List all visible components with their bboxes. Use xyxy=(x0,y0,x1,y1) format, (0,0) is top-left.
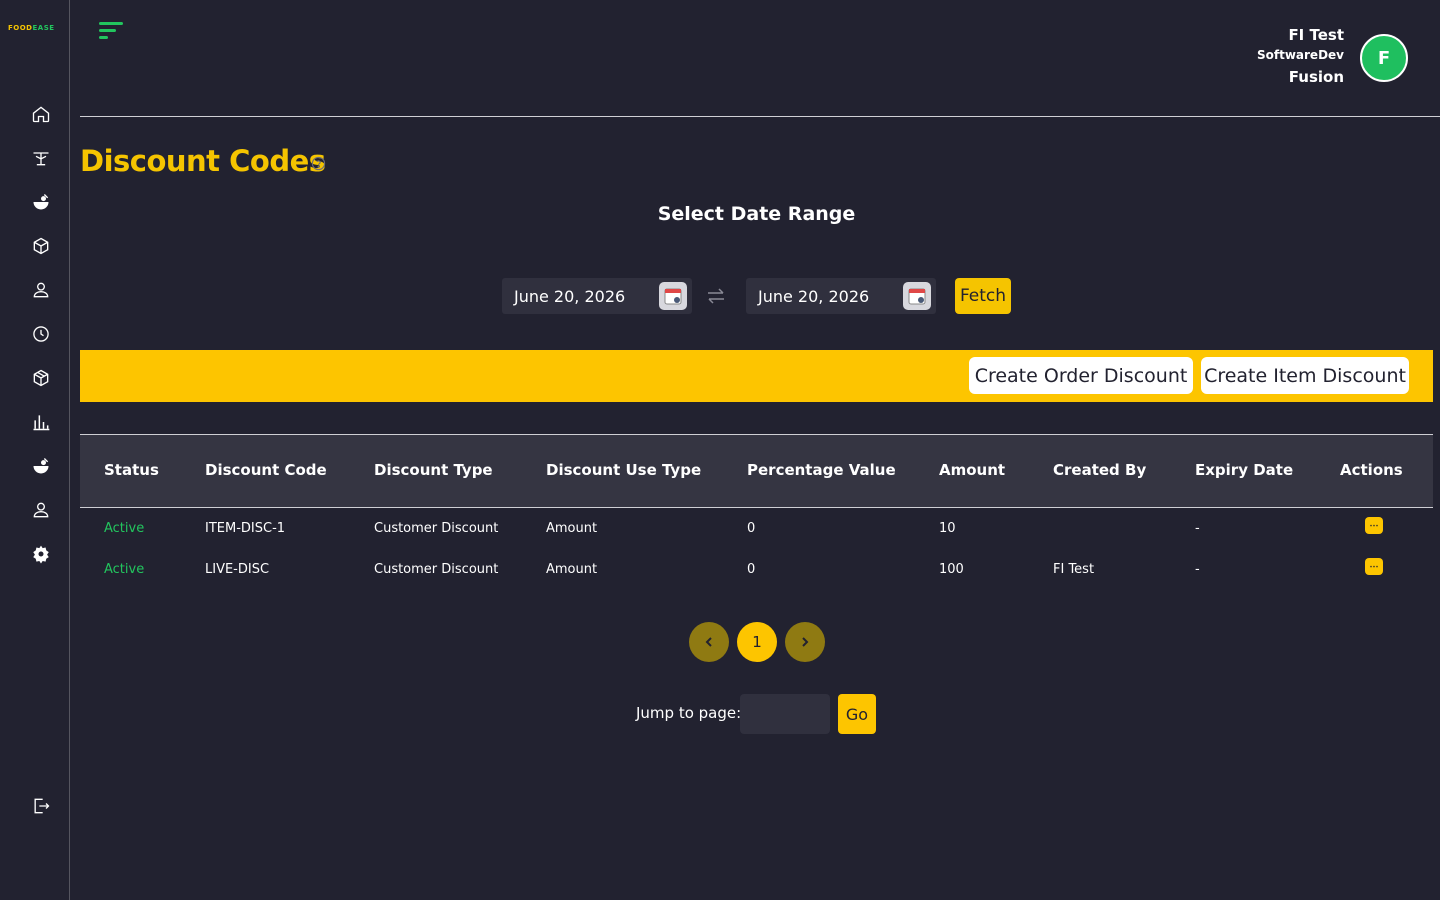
sidebar-item-menu[interactable] xyxy=(30,455,52,477)
status-badge: Active xyxy=(104,562,145,577)
food-bowl-icon xyxy=(33,458,49,474)
discount-table: Status Discount Code Discount Type Disco… xyxy=(80,434,1433,590)
menu-icon xyxy=(99,22,123,39)
user-role: SoftwareDev xyxy=(1256,48,1344,62)
clock-icon xyxy=(33,326,49,342)
previous-page-button[interactable] xyxy=(689,622,729,662)
sidebar-item-inventory[interactable] xyxy=(30,235,52,257)
cell-percentage: 0 xyxy=(747,562,756,577)
help-icon[interactable] xyxy=(311,156,326,171)
jump-to-page-label: Jump to page: xyxy=(636,704,742,722)
cell-type: Customer Discount xyxy=(374,562,499,577)
go-button[interactable]: Go xyxy=(838,694,876,734)
column-header-code[interactable]: Discount Code xyxy=(205,461,327,479)
user-org: Fusion xyxy=(1288,68,1344,86)
column-header-type[interactable]: Discount Type xyxy=(374,461,493,479)
logout-button[interactable] xyxy=(30,795,52,817)
table-header: Status Discount Code Discount Type Disco… xyxy=(80,434,1433,508)
jump-to-page-input[interactable] xyxy=(740,694,830,734)
cell-code: LIVE-DISC xyxy=(205,562,270,577)
logo-text-ease: EASE xyxy=(32,24,55,32)
chevron-left-icon xyxy=(705,637,712,647)
swap-arrows-icon xyxy=(705,286,727,306)
user-name: FI Test xyxy=(1288,26,1344,44)
cell-expiry: - xyxy=(1195,521,1200,536)
table-row: Active LIVE-DISC Customer Discount Amoun… xyxy=(80,549,1433,590)
cell-created-by: FI Test xyxy=(1053,562,1095,577)
sidebar-item-reports[interactable] xyxy=(30,411,52,433)
column-header-created-by[interactable]: Created By xyxy=(1053,461,1146,479)
column-header-expiry[interactable]: Expiry Date xyxy=(1195,461,1293,479)
chevron-right-icon xyxy=(802,637,809,647)
logo-text-food: FOOD xyxy=(8,24,33,32)
sidebar-item-history[interactable] xyxy=(30,323,52,345)
logout-icon xyxy=(34,798,50,814)
action-bar: Create Order Discount Create Item Discou… xyxy=(80,350,1433,402)
end-date-input[interactable]: June 20, 2026 xyxy=(746,278,936,314)
fetch-button[interactable]: Fetch xyxy=(955,278,1011,314)
header-divider xyxy=(80,116,1440,117)
page-title: Discount Codes xyxy=(80,144,326,178)
cell-use-type: Amount xyxy=(546,562,598,577)
settings-gear-icon xyxy=(33,545,49,564)
sidebar-item-users[interactable] xyxy=(30,279,52,301)
column-header-actions: Actions xyxy=(1340,461,1403,479)
start-date-value: June 20, 2026 xyxy=(514,286,626,306)
create-item-discount-button[interactable]: Create Item Discount xyxy=(1201,357,1409,394)
sidebar-item-home[interactable] xyxy=(30,103,52,125)
cell-percentage: 0 xyxy=(747,521,756,536)
table-row: Active ITEM-DISC-1 Customer Discount Amo… xyxy=(80,508,1433,549)
status-badge: Active xyxy=(104,521,145,536)
row-actions-more-button[interactable]: ⋯ xyxy=(1365,517,1383,534)
start-date-input[interactable]: June 20, 2026 xyxy=(502,278,692,314)
page-number-button[interactable]: 1 xyxy=(737,622,777,662)
menu-toggle-button[interactable] xyxy=(99,20,125,42)
calendar-icon[interactable] xyxy=(659,282,687,310)
sidebar: FOODEASE xyxy=(0,0,70,900)
cell-amount: 10 xyxy=(939,521,956,536)
cell-amount: 100 xyxy=(939,562,964,577)
date-range-title: Select Date Range xyxy=(657,203,856,225)
sidebar-item-packages[interactable] xyxy=(30,367,52,389)
user-icon xyxy=(33,282,49,298)
row-actions-more-button[interactable]: ⋯ xyxy=(1365,558,1383,575)
dining-table-icon xyxy=(33,152,49,166)
cell-type: Customer Discount xyxy=(374,521,499,536)
next-page-button[interactable] xyxy=(785,622,825,662)
column-header-amount[interactable]: Amount xyxy=(939,461,1005,479)
package-icon xyxy=(33,369,49,387)
sidebar-item-settings[interactable] xyxy=(30,543,52,565)
sidebar-item-staff[interactable] xyxy=(30,499,52,521)
calendar-icon[interactable] xyxy=(903,282,931,310)
create-order-discount-button[interactable]: Create Order Discount xyxy=(969,357,1193,394)
end-date-value: June 20, 2026 xyxy=(758,286,870,306)
user-info: FI Test SoftwareDev Fusion xyxy=(1257,26,1344,88)
column-header-percentage[interactable]: Percentage Value xyxy=(747,461,896,479)
column-header-status[interactable]: Status xyxy=(104,461,159,479)
box-icon xyxy=(33,237,49,255)
bar-chart-icon xyxy=(33,415,50,431)
home-icon xyxy=(32,106,50,123)
column-header-use-type[interactable]: Discount Use Type xyxy=(546,461,701,479)
user-icon xyxy=(33,502,49,518)
cell-expiry: - xyxy=(1195,562,1200,577)
brand-logo[interactable]: FOODEASE xyxy=(8,24,55,32)
cell-use-type: Amount xyxy=(546,521,598,536)
avatar[interactable]: F xyxy=(1360,34,1408,82)
cell-code: ITEM-DISC-1 xyxy=(205,521,286,536)
sidebar-item-tables[interactable] xyxy=(30,147,52,169)
